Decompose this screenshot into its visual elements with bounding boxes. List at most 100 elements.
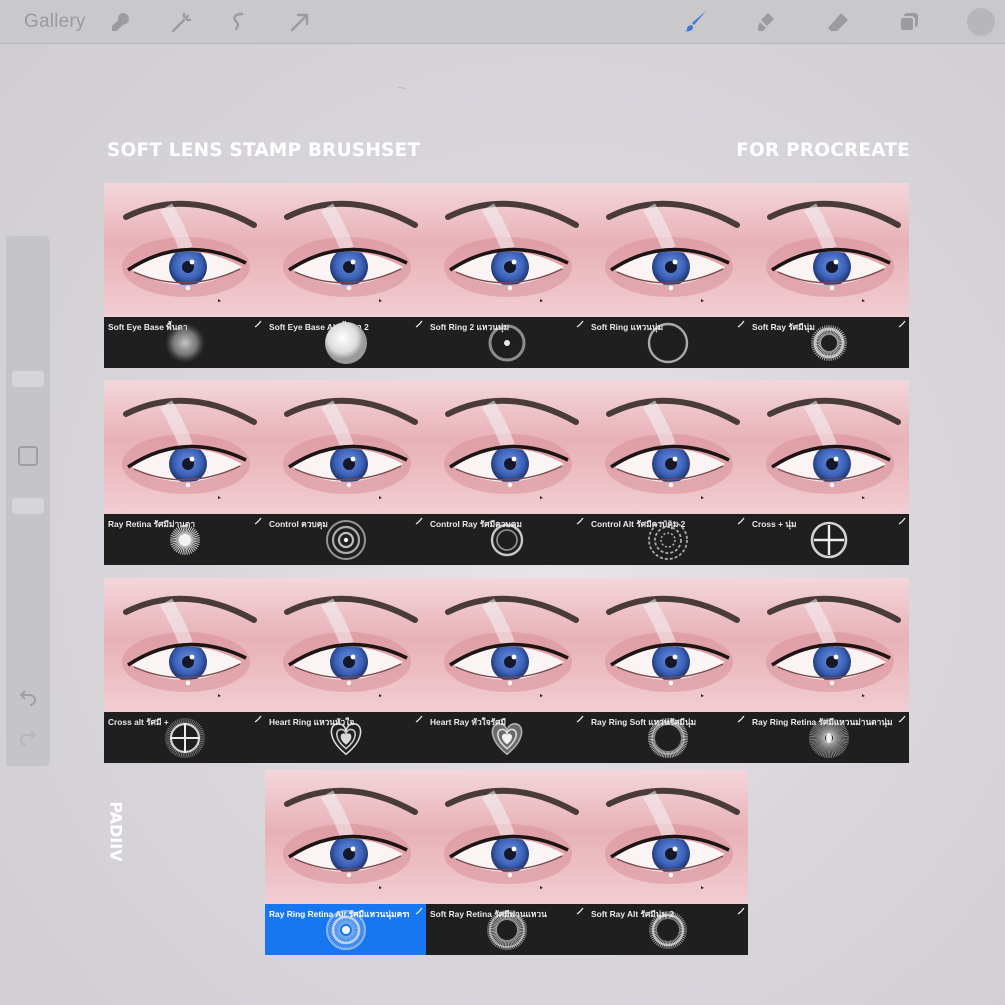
brush-stroke-preview: [170, 525, 200, 555]
brush-card[interactable]: Control Ray รัศมีควบคุม: [426, 380, 587, 565]
brush-info-strip: Ray Ring Retina Alt รัศมีแหวนนุ่มครบเซต: [265, 904, 426, 955]
eraser-icon[interactable]: [826, 10, 850, 34]
eye-preview-image: [104, 380, 265, 514]
brush-info-strip: Cross alt รัศมี +: [104, 712, 265, 763]
eye-preview-image: [104, 578, 265, 712]
stroke-preview-icon: [576, 907, 584, 915]
stroke-preview-icon: [415, 320, 423, 328]
stroke-preview-icon: [415, 517, 423, 525]
brush-info-strip: Control Ray รัศมีควบคุม: [426, 514, 587, 565]
brush-card[interactable]: Soft Ring แหวนนุ่ม: [587, 183, 748, 368]
eye-preview-image: [587, 183, 748, 317]
redo-icon[interactable]: [18, 726, 38, 746]
stroke-preview-icon: [737, 517, 745, 525]
layers-icon[interactable]: [897, 10, 921, 34]
undo-icon[interactable]: [18, 686, 38, 706]
color-icon[interactable]: [967, 8, 995, 36]
eye-preview-image: [426, 770, 587, 904]
eye-preview-image: [587, 770, 748, 904]
eye-preview-image: [426, 183, 587, 317]
brush-info-strip: Soft Eye Base Alt พื้นตา 2: [265, 317, 426, 368]
brushset-title: SOFT LENS STAMP BRUSHSET: [107, 140, 421, 161]
opacity-slider[interactable]: [12, 498, 44, 514]
brush-card[interactable]: Ray Ring Retina รัศมีแหวนม่านตานุ่ม: [748, 578, 909, 763]
stroke-preview-icon: [737, 715, 745, 723]
brush-info-strip: Soft Ring 2 แหวนนุ่ม: [426, 317, 587, 368]
eye-preview-image: [265, 578, 426, 712]
brush-card[interactable]: Soft Ray Alt รัศมีนุ่ม 2: [587, 770, 748, 955]
stroke-preview-icon: [576, 715, 584, 723]
brush-stroke-preview: [325, 909, 367, 951]
eye-preview-image: [426, 578, 587, 712]
wrench-icon[interactable]: [109, 10, 133, 34]
stroke-preview-icon: [898, 320, 906, 328]
brush-stroke-preview: [490, 523, 524, 557]
brush-info-strip: Control Alt รัศมีควบคุม 2: [587, 514, 748, 565]
eye-preview-image: [748, 380, 909, 514]
side-slider-panel: [6, 236, 50, 766]
artist-signature: PADIIV: [94, 798, 138, 864]
stroke-preview-icon: [737, 907, 745, 915]
stroke-preview-icon: [576, 517, 584, 525]
brush-icon[interactable]: [684, 10, 708, 34]
brush-stroke-preview: [488, 324, 526, 362]
brush-stroke-preview: [648, 717, 688, 759]
brush-info-strip: Soft Ray Retina รัศมีม่านแหวน: [426, 904, 587, 955]
brush-stroke-preview: [811, 325, 847, 361]
eye-preview-image: [426, 380, 587, 514]
brush-size-slider[interactable]: [12, 371, 44, 387]
stroke-preview-icon: [737, 320, 745, 328]
brush-stroke-preview: [487, 910, 527, 950]
brush-stroke-preview: [330, 722, 362, 756]
eye-preview-image: [265, 770, 426, 904]
eyedropper-square-button[interactable]: [18, 446, 38, 466]
top-toolbar: Gallery: [0, 0, 1005, 44]
brush-card[interactable]: Control Alt รัศมีควบคุม 2: [587, 380, 748, 565]
brush-info-strip: Soft Eye Base พื้นตา: [104, 317, 265, 368]
brush-card[interactable]: Ray Retina รัศมีม่านตา: [104, 380, 265, 565]
canvas-sketch-mark: ~: [396, 78, 407, 98]
brush-info-strip: Ray Ring Retina รัศมีแหวนม่านตานุ่ม: [748, 712, 909, 763]
brush-info-strip: Soft Ray รัศมีนุ่ม: [748, 317, 909, 368]
stroke-preview-icon: [898, 715, 906, 723]
brush-card[interactable]: Heart Ray หัวใจรัศมี: [426, 578, 587, 763]
brush-stroke-preview: [647, 322, 689, 364]
eye-preview-image: [265, 183, 426, 317]
brush-card[interactable]: Soft Eye Base พื้นตา: [104, 183, 265, 368]
selection-icon[interactable]: [226, 10, 250, 34]
stroke-preview-icon: [254, 517, 262, 525]
brush-card[interactable]: Ray Ring Retina Alt รัศมีแหวนนุ่มครบเซต: [265, 770, 426, 955]
brush-info-strip: Heart Ring แหวนหัวใจ: [265, 712, 426, 763]
eye-preview-image: [265, 380, 426, 514]
brush-stroke-preview: [649, 911, 687, 949]
brush-info-strip: Ray Ring Soft แหวนรัศมีนุ่ม: [587, 712, 748, 763]
brush-stroke-preview: [809, 717, 849, 759]
brush-card[interactable]: Soft Ray รัศมีนุ่ม: [748, 183, 909, 368]
stroke-preview-icon: [415, 907, 423, 915]
brush-card[interactable]: Ray Ring Soft แหวนรัศมีนุ่ม: [587, 578, 748, 763]
brush-card[interactable]: Soft Ring 2 แหวนนุ่ม: [426, 183, 587, 368]
eye-preview-image: [587, 380, 748, 514]
brush-stroke-preview: [326, 520, 366, 560]
brush-stroke-preview: [165, 718, 205, 758]
artist-signature-text: PADIIV: [106, 800, 126, 862]
brush-card[interactable]: Control ควบคุม: [265, 380, 426, 565]
transform-arrow-icon[interactable]: [288, 10, 312, 34]
gallery-button[interactable]: Gallery: [24, 11, 86, 33]
eye-preview-image: [748, 578, 909, 712]
smudge-icon[interactable]: [754, 10, 778, 34]
brush-info-strip: Soft Ring แหวนนุ่ม: [587, 317, 748, 368]
brush-info-strip: Heart Ray หัวใจรัศมี: [426, 712, 587, 763]
eye-preview-image: [587, 578, 748, 712]
eye-preview-image: [104, 183, 265, 317]
procreate-subtitle: FOR PROCREATE: [736, 140, 910, 161]
brush-card[interactable]: Soft Eye Base Alt พื้นตา 2: [265, 183, 426, 368]
brush-info-strip: Ray Retina รัศมีม่านตา: [104, 514, 265, 565]
brush-card[interactable]: Cross + นุ่ม: [748, 380, 909, 565]
stroke-preview-icon: [415, 715, 423, 723]
brush-card[interactable]: Cross alt รัศมี +: [104, 578, 265, 763]
brush-card[interactable]: Soft Ray Retina รัศมีม่านแหวน: [426, 770, 587, 955]
brush-card[interactable]: Heart Ring แหวนหัวใจ: [265, 578, 426, 763]
brush-info-strip: Control ควบคุม: [265, 514, 426, 565]
magic-wand-icon[interactable]: [170, 10, 194, 34]
